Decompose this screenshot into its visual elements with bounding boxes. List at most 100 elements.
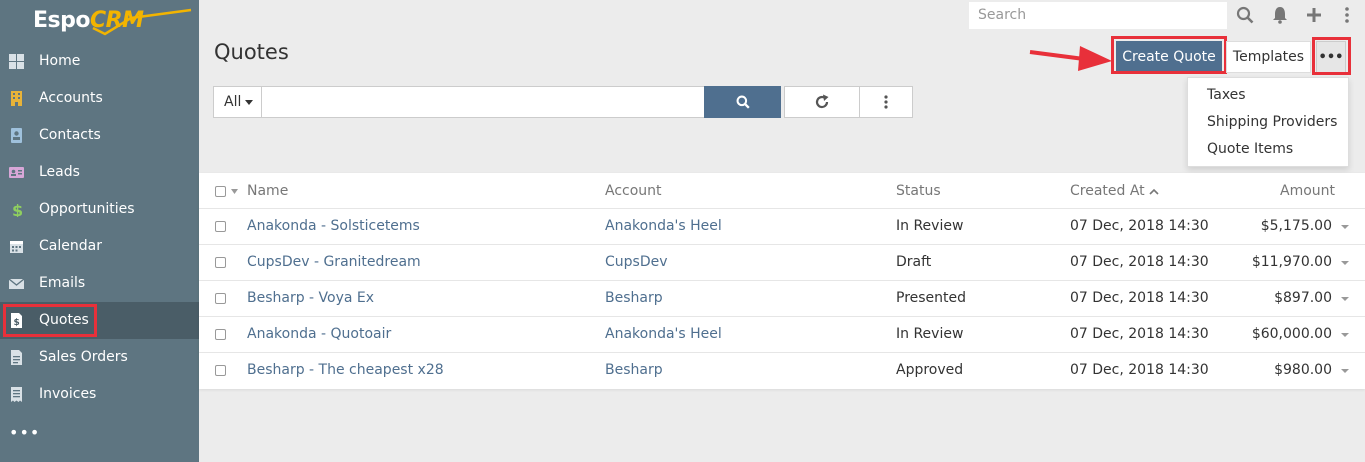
filter-reset-button[interactable] [784, 86, 860, 118]
sidebar-item-label: Opportunities [39, 201, 135, 217]
calendar-icon [10, 241, 23, 253]
row-checkbox[interactable] [215, 329, 226, 340]
vertical-dots-icon [884, 95, 888, 109]
column-header-name[interactable]: Name [247, 183, 288, 199]
sidebar-item-home[interactable]: Home [0, 43, 199, 80]
home-icon [9, 54, 24, 69]
table-row: Anakonda - Solsticetems Anakonda's Heel … [199, 208, 1365, 244]
search-icon[interactable] [1236, 6, 1254, 24]
contact-icon [11, 128, 22, 143]
create-quote-highlight-box [1111, 36, 1227, 74]
file-icon [11, 350, 22, 365]
page-title: Quotes [214, 40, 289, 64]
account-link[interactable]: Anakonda's Heel [605, 326, 722, 342]
filter-all-label: All [224, 94, 242, 110]
arrow-annotation-icon [1029, 46, 1112, 71]
sidebar-item-invoices[interactable]: Invoices [0, 376, 199, 413]
row-actions-caret-icon[interactable] [1341, 297, 1349, 301]
envelope-icon [9, 278, 24, 289]
account-link[interactable]: Besharp [605, 362, 663, 378]
sidebar-item-quotes[interactable]: $ Quotes [0, 302, 199, 339]
amount-cell: $897.00 [1274, 290, 1332, 306]
select-all-checkbox[interactable] [215, 186, 226, 197]
sidebar-item-label: Sales Orders [39, 349, 128, 365]
sidebar-item-label: Accounts [39, 90, 103, 106]
global-search-input[interactable]: Search [969, 2, 1227, 29]
account-link[interactable]: CupsDev [605, 254, 668, 270]
filter-text-input[interactable] [261, 86, 705, 118]
created-at-cell: 07 Dec, 2018 14:30 [1070, 290, 1209, 306]
column-header-account[interactable]: Account [605, 183, 662, 199]
sidebar: Espo CRM Home Accounts Contacts Leads $ … [0, 0, 199, 462]
quote-name-link[interactable]: Besharp - The cheapest x28 [247, 362, 444, 378]
sidebar-item-leads[interactable]: Leads [0, 154, 199, 191]
menu-item-taxes[interactable]: Taxes [1207, 87, 1246, 103]
table-row: Anakonda - Quotoair Anakonda's Heel In R… [199, 316, 1365, 352]
caret-down-icon[interactable] [231, 189, 238, 194]
menu-item-shipping-providers[interactable]: Shipping Providers [1207, 114, 1337, 130]
quote-name-link[interactable]: Besharp - Voya Ex [247, 290, 374, 306]
sidebar-item-calendar[interactable]: Calendar [0, 228, 199, 265]
dollar-icon: $ [12, 202, 23, 217]
quote-name-link[interactable]: Anakonda - Quotoair [247, 326, 391, 342]
refresh-icon [815, 94, 829, 109]
filter-search-button[interactable] [704, 86, 781, 118]
row-checkbox[interactable] [215, 293, 226, 304]
id-card-icon [9, 167, 24, 178]
sidebar-item-sales-orders[interactable]: Sales Orders [0, 339, 199, 376]
building-icon [11, 91, 22, 106]
row-actions-caret-icon[interactable] [1341, 261, 1349, 265]
column-header-created-at[interactable]: Created At [1070, 183, 1159, 199]
table-row: CupsDev - Granitedream CupsDev Draft 07 … [199, 244, 1365, 280]
table-row: Besharp - The cheapest x28 Besharp Appro… [199, 352, 1365, 388]
more-actions-dropdown: Taxes Shipping Providers Quote Items [1187, 77, 1349, 167]
column-header-status[interactable]: Status [896, 183, 941, 199]
quotes-highlight-box [3, 304, 97, 337]
sidebar-item-contacts[interactable]: Contacts [0, 117, 199, 154]
menu-item-quote-items[interactable]: Quote Items [1207, 141, 1293, 157]
sidebar-item-label: Emails [39, 275, 86, 291]
sidebar-item-label: Calendar [39, 238, 102, 254]
logo-swoosh-icon [92, 8, 192, 36]
column-header-amount[interactable]: Amount [1280, 183, 1335, 199]
sidebar-item-emails[interactable]: Emails [0, 265, 199, 302]
sidebar-item-accounts[interactable]: Accounts [0, 80, 199, 117]
sort-ascending-icon [1149, 188, 1159, 195]
row-checkbox[interactable] [215, 221, 226, 232]
row-actions-caret-icon[interactable] [1341, 369, 1349, 373]
quote-name-link[interactable]: CupsDev - Granitedream [247, 254, 421, 270]
amount-cell: $980.00 [1274, 362, 1332, 378]
sidebar-item-label: Home [39, 53, 81, 69]
row-checkbox[interactable] [215, 257, 226, 268]
plus-icon[interactable] [1305, 6, 1323, 24]
sidebar-item-opportunities[interactable]: $ Opportunities [0, 191, 199, 228]
created-at-cell: 07 Dec, 2018 14:30 [1070, 218, 1209, 234]
status-cell: Draft [896, 254, 932, 270]
filter-all-dropdown[interactable]: All [213, 86, 262, 118]
bell-icon[interactable] [1271, 6, 1289, 24]
created-at-cell: 07 Dec, 2018 14:30 [1070, 362, 1209, 378]
receipt-icon [11, 387, 22, 402]
status-cell: Approved [896, 362, 964, 378]
table-row: Besharp - Voya Ex Besharp Presented 07 D… [199, 280, 1365, 316]
amount-cell: $11,970.00 [1251, 254, 1332, 270]
templates-button[interactable]: Templates [1226, 41, 1311, 73]
created-at-cell: 07 Dec, 2018 14:30 [1070, 254, 1209, 270]
sidebar-more-button[interactable]: ••• [9, 423, 40, 442]
status-cell: In Review [896, 326, 964, 342]
account-link[interactable]: Besharp [605, 290, 663, 306]
quote-name-link[interactable]: Anakonda - Solsticetems [247, 218, 420, 234]
sidebar-item-label: Invoices [39, 386, 97, 402]
status-cell: Presented [896, 290, 967, 306]
filter-options-button[interactable] [859, 86, 913, 118]
vertical-dots-icon[interactable] [1338, 6, 1356, 24]
row-checkbox[interactable] [215, 365, 226, 376]
row-actions-caret-icon[interactable] [1341, 333, 1349, 337]
sidebar-item-label: Contacts [39, 127, 101, 143]
created-at-cell: 07 Dec, 2018 14:30 [1070, 326, 1209, 342]
espocrm-logo[interactable]: Espo CRM [33, 4, 192, 36]
account-link[interactable]: Anakonda's Heel [605, 218, 722, 234]
amount-cell: $60,000.00 [1251, 326, 1332, 342]
row-actions-caret-icon[interactable] [1341, 225, 1349, 229]
more-actions-highlight-box [1312, 37, 1351, 75]
